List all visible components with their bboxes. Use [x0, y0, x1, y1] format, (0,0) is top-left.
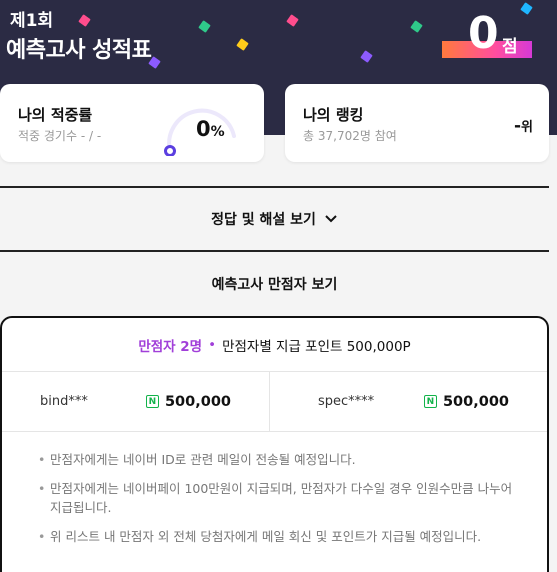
winner-item: spec**** N 500,000: [269, 372, 547, 431]
ranking-unit: 위: [521, 120, 533, 135]
chevron-down-icon: [325, 215, 337, 223]
winners-header: 만점자 2명 • 만점자별 지급 포인트 500,000P: [2, 318, 547, 372]
round-label: 제1회: [10, 11, 54, 31]
winner-points-value: 500,000: [442, 393, 509, 410]
winner-name: bind***: [40, 394, 88, 409]
notes-list: 만점자에게는 네이버 ID로 관련 메일이 전송될 예정입니다. 만점자에게는 …: [2, 432, 547, 546]
winner-list: bind*** N 500,000 spec**** N 500,000: [2, 372, 547, 432]
winner-count: 만점자 2명: [138, 338, 203, 355]
confetti-decoration: [236, 38, 249, 51]
accuracy-sub: 적중 경기수 - / -: [18, 129, 102, 143]
ranking-title: 나의 랭킹: [303, 106, 364, 124]
confetti-decoration: [198, 20, 211, 33]
ranking-sub: 총 37,702명 참여: [303, 129, 397, 143]
confetti-decoration: [360, 50, 373, 63]
score-unit: 점: [502, 37, 518, 57]
winners-panel: 만점자 2명 • 만점자별 지급 포인트 500,000P bind*** N …: [0, 316, 549, 572]
perfect-section-title: 예측고사 만점자 보기: [211, 277, 338, 293]
accuracy-value: 0%: [196, 117, 225, 141]
winner-points-value: 500,000: [164, 393, 231, 410]
answer-toggle-button[interactable]: 정답 및 해설 보기: [211, 209, 338, 229]
note-item: 위 리스트 내 만점자 외 전체 당첨자에게 메일 회신 및 포인트가 지급될 …: [38, 527, 523, 546]
winner-name: spec****: [318, 394, 375, 409]
point-info: 만점자별 지급 포인트 500,000P: [222, 338, 411, 355]
ranking-card: 나의 랭킹 총 37,702명 참여 -위: [285, 84, 549, 162]
divider: [0, 250, 549, 252]
score-display: 0 점: [440, 8, 550, 68]
winner-points: N 500,000: [145, 393, 231, 410]
accuracy-number: 0: [196, 117, 211, 141]
separator-dot: •: [208, 336, 217, 353]
naver-pay-icon: N: [423, 395, 437, 408]
accuracy-unit: %: [210, 124, 225, 140]
naver-pay-icon: N: [145, 395, 159, 408]
ranking-number: -: [513, 116, 522, 136]
winner-points: N 500,000: [423, 393, 509, 410]
answer-button-label: 정답 및 해설 보기: [211, 212, 316, 228]
accuracy-card: 나의 적중률 적중 경기수 - / - 0%: [0, 84, 264, 162]
answer-row: 정답 및 해설 보기: [0, 188, 549, 250]
ranking-value: -위: [514, 116, 533, 136]
confetti-decoration: [286, 14, 299, 27]
accuracy-title: 나의 적중률: [18, 106, 93, 124]
note-item: 만점자에게는 네이버페이 100만원이 지급되며, 만점자가 다수일 경우 인원…: [38, 479, 523, 517]
score-value: 0: [468, 8, 499, 59]
winner-item: bind*** N 500,000: [2, 372, 269, 431]
confetti-decoration: [410, 20, 423, 33]
confetti-decoration: [78, 14, 91, 27]
note-item: 만점자에게는 네이버 ID로 관련 메일이 전송될 예정입니다.: [38, 450, 523, 469]
page-title: 예측고사 성적표: [6, 38, 152, 63]
